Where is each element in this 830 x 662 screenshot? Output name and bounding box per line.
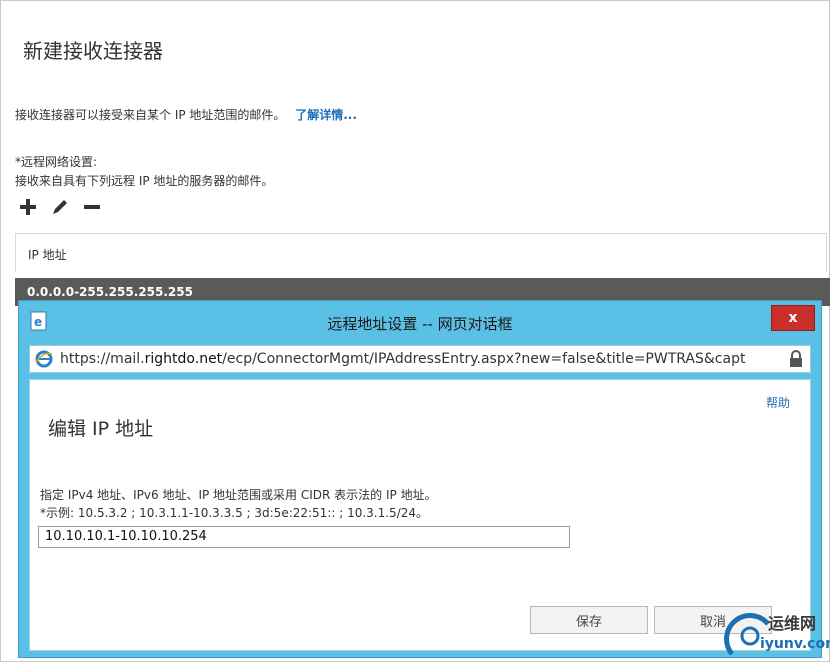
learn-more-link[interactable]: 了解详情... xyxy=(295,108,357,122)
ip-table: IP 地址 xyxy=(15,233,827,272)
add-icon xyxy=(20,199,36,215)
url-host: rightdo.net xyxy=(144,351,223,367)
remote-address-dialog: e 远程地址设置 -- 网页对话框 x https://mail. rightdo… xyxy=(18,300,822,658)
ie-logo-icon xyxy=(35,350,53,368)
dialog-heading: 编辑 IP 地址 xyxy=(48,418,154,440)
add-button[interactable] xyxy=(17,196,39,218)
watermark-text-domain: iyunv.com xyxy=(760,636,830,652)
close-icon: x xyxy=(788,310,798,326)
remote-network-label: *远程网络设置: xyxy=(15,155,98,169)
edit-button[interactable] xyxy=(49,196,71,218)
ip-address-input[interactable]: 10.10.10.1-10.10.10.254 xyxy=(38,526,570,548)
dialog-titlebar: e 远程地址设置 -- 网页对话框 x xyxy=(19,301,821,341)
lock-icon xyxy=(788,350,804,368)
url-bar[interactable]: https://mail. rightdo.net/ecp/ConnectorMg… xyxy=(29,345,811,373)
page-title: 新建接收连接器 xyxy=(23,39,163,63)
ip-example: *示例: 10.5.3.2 ; 10.3.1.1-10.3.3.5 ; 3d:5… xyxy=(40,506,429,520)
close-button[interactable]: x xyxy=(771,305,815,331)
watermark-text-cn: 运维网 xyxy=(768,614,817,633)
dialog-title: 远程地址设置 -- 网页对话框 xyxy=(327,315,513,333)
edit-icon xyxy=(53,200,67,214)
remote-network-description: 接收来自具有下列远程 IP 地址的服务器的邮件。 xyxy=(15,174,274,188)
dialog-body: 帮助 编辑 IP 地址 指定 IPv4 地址、IPv6 地址、IP 地址范围或采… xyxy=(29,379,811,651)
ip-description: 指定 IPv4 地址、IPv6 地址、IP 地址范围或采用 CIDR 表示法的 … xyxy=(40,488,437,502)
ip-toolbar xyxy=(17,196,103,218)
intro-label: 接收连接器可以接受来自某个 IP 地址范围的邮件。 xyxy=(15,108,286,122)
watermark: 运维网 iyunv.com xyxy=(724,606,830,662)
url-scheme: https://mail. xyxy=(60,351,145,367)
watermark-logo-icon xyxy=(724,613,770,656)
remove-button[interactable] xyxy=(81,196,103,218)
column-header-ip[interactable]: IP 地址 xyxy=(28,246,67,263)
url-path: /ecp/ConnectorMgmt/IPAddressEntry.aspx?n… xyxy=(222,351,746,367)
remove-icon xyxy=(84,205,100,209)
save-button[interactable]: 保存 xyxy=(530,606,648,634)
intro-text: 接收连接器可以接受来自某个 IP 地址范围的邮件。 了解详情... xyxy=(15,106,357,123)
help-link[interactable]: 帮助 xyxy=(766,394,790,411)
